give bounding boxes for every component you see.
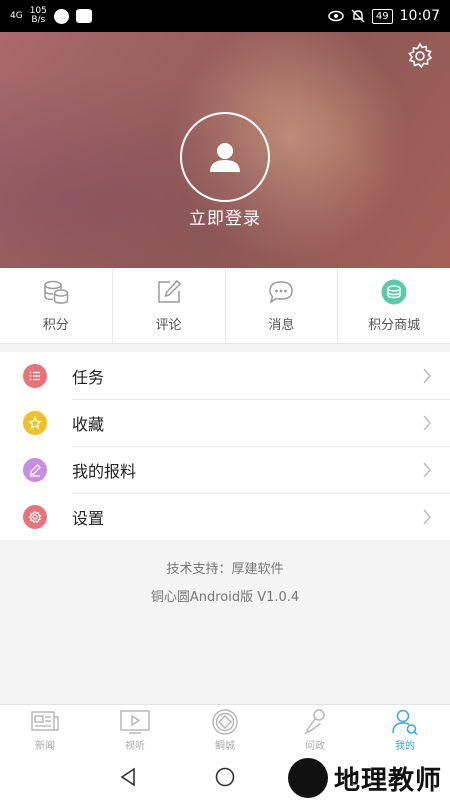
microphone-icon: [304, 708, 325, 734]
tab-label: 鲷城: [215, 740, 235, 752]
quick-action-label: 评论: [155, 318, 182, 333]
network-speed: 105 B/s: [30, 7, 47, 25]
eye-icon: [328, 10, 344, 22]
tab-politics[interactable]: 问政: [270, 705, 360, 754]
profile-header: 立即登录: [0, 32, 450, 268]
app-info: 技术支持：厚建软件 铜心圆Android版 V1.0.4: [0, 556, 450, 612]
quick-action-label: 积分: [42, 318, 69, 333]
quick-action-label: 积分商城: [368, 318, 421, 333]
menu-item-label: 任务: [72, 367, 105, 387]
battery-indicator: 49: [371, 8, 393, 24]
menu-list: 任务 收藏 我的报料 设置: [0, 352, 450, 540]
chevron-right-icon: [423, 368, 431, 383]
quick-action-points-store[interactable]: 积分商城: [338, 268, 450, 343]
menu-item-label: 收藏: [72, 415, 105, 434]
chevron-right-icon: [423, 509, 431, 525]
clock: 10:07: [399, 8, 440, 24]
settings-gear-icon[interactable]: [406, 42, 434, 70]
list-icon: [23, 363, 47, 388]
home-icon[interactable]: [214, 766, 236, 788]
quick-action-comments[interactable]: 评论: [113, 268, 226, 343]
menu-item-favorites[interactable]: 收藏: [0, 399, 450, 446]
watermark-text: 地理教师: [333, 765, 442, 796]
chat-icon: [269, 281, 294, 304]
menu-item-tasks[interactable]: 任务: [0, 352, 450, 399]
login-link[interactable]: 立即登录: [0, 204, 450, 229]
tab-label: 视听: [125, 740, 145, 752]
quick-action-points[interactable]: 积分: [0, 268, 113, 343]
system-nav-bar: 地理教师: [0, 754, 450, 800]
chevron-right-icon: [423, 415, 431, 431]
tab-label: 问政: [305, 740, 325, 752]
newspaper-icon: [31, 710, 59, 731]
network-speed-unit: B/s: [31, 15, 46, 25]
quick-actions: 积分 评论 消息 积分商城: [0, 268, 450, 344]
user-icon: [210, 143, 240, 172]
signal-indicator: 4G: [10, 10, 23, 21]
globe-logo-icon: [287, 758, 328, 798]
menu-item-label: 设置: [72, 509, 105, 528]
pen-icon: [23, 457, 47, 482]
menu-item-label: 我的报料: [72, 462, 137, 481]
coins-icon: [44, 280, 69, 304]
coin-icon: [212, 708, 238, 735]
tab-me[interactable]: 我的: [360, 705, 450, 754]
menu-item-my-reports[interactable]: 我的报料: [0, 446, 450, 493]
status-bar: 4G 105 B/s 49 10:07: [0, 0, 450, 32]
back-icon[interactable]: [118, 766, 140, 788]
tab-media[interactable]: 视听: [90, 705, 180, 754]
quick-action-messages[interactable]: 消息: [226, 268, 339, 343]
menu-item-settings[interactable]: 设置: [0, 493, 450, 540]
tab-label: 我的: [395, 740, 415, 752]
gear-icon: [23, 504, 47, 529]
notification-app-icon: [53, 8, 69, 24]
profile-icon: [392, 709, 418, 735]
tab-news[interactable]: 新闻: [0, 705, 90, 754]
star-icon: [23, 410, 47, 435]
tab-city[interactable]: 鲷城: [180, 705, 270, 754]
bottom-tab-bar: 新闻 视听 鲷城 问政 我的: [0, 704, 450, 754]
tab-label: 新闻: [35, 740, 55, 752]
tech-support-text: 技术支持：厚建软件: [166, 562, 284, 577]
watermark: 地理教师: [287, 758, 442, 798]
avatar[interactable]: [180, 112, 270, 202]
store-icon: [381, 279, 407, 305]
mute-bell-icon: [351, 9, 365, 23]
version-text: 铜心圆Android版 V1.0.4: [150, 590, 300, 605]
edit-icon: [157, 279, 181, 303]
video-icon: [120, 709, 150, 734]
notification-cloud-icon: [75, 9, 92, 23]
quick-action-label: 消息: [268, 318, 295, 333]
chevron-right-icon: [423, 462, 431, 478]
